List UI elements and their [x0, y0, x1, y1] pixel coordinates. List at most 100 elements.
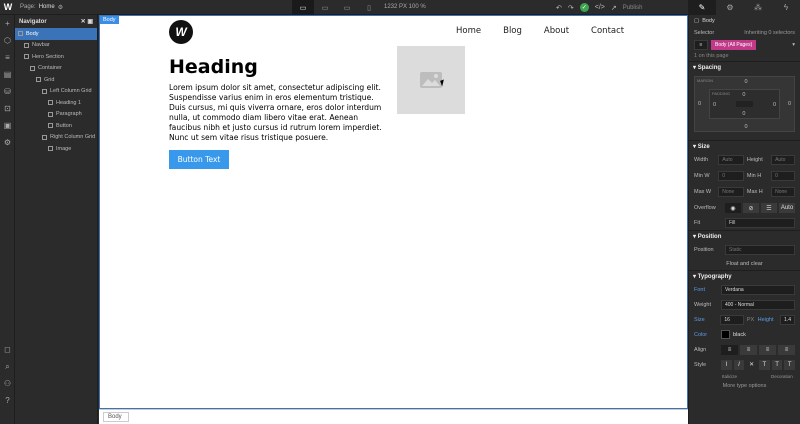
align-justify-icon[interactable]: ≡	[778, 344, 795, 355]
publish-button[interactable]: Publish	[623, 5, 643, 11]
interactions-drops-icon[interactable]: ⁂	[744, 0, 772, 15]
spacing-box[interactable]: MARGIN 0 0 0 0 PADDING 0 0 0 0	[694, 76, 795, 132]
undo-icon[interactable]: ↶	[556, 4, 562, 12]
align-right-icon[interactable]: ≡	[759, 344, 776, 355]
overflow-scroll-icon[interactable]: ☰	[761, 203, 777, 213]
min-width-field[interactable]: 0	[718, 171, 744, 181]
chevron-down-icon[interactable]: ▾	[792, 42, 795, 48]
padding-box[interactable]: PADDING 0 0 0 0	[709, 89, 780, 119]
hero-image-placeholder[interactable]	[397, 46, 465, 114]
max-width-field[interactable]: None	[718, 187, 744, 197]
navigator-item[interactable]: Body	[15, 28, 97, 40]
selector-menu-icon[interactable]: ≡	[694, 39, 708, 50]
breadcrumb-item-body[interactable]: Body	[103, 412, 129, 422]
more-type-options-toggle[interactable]: More type options	[689, 381, 800, 391]
position-select[interactable]: Static	[725, 244, 795, 255]
max-height-field[interactable]: None	[771, 187, 795, 197]
status-ok-icon[interactable]: ✓	[579, 3, 589, 12]
tablet-device-icon[interactable]: ▭	[314, 0, 336, 15]
mobile-landscape-device-icon[interactable]: ▭	[336, 0, 358, 15]
design-canvas[interactable]: Body W Home Blog About Contact Heading L…	[99, 15, 688, 409]
overline-icon[interactable]: T	[784, 359, 796, 370]
italic-on-icon[interactable]: I	[733, 359, 745, 370]
selector-field[interactable]: ≡ Body (All Pages) ▾	[689, 38, 800, 51]
margin-left[interactable]: 0	[698, 101, 701, 107]
min-height-field[interactable]: 0	[771, 171, 795, 181]
selector-chip[interactable]: Body (All Pages)	[711, 39, 757, 50]
pages-icon[interactable]: ▤	[0, 66, 15, 83]
color-value[interactable]: black	[733, 332, 746, 338]
strikethrough-icon[interactable]: T	[759, 359, 770, 370]
navigator-item[interactable]: Paragraph	[15, 109, 97, 121]
color-swatch[interactable]	[721, 330, 730, 339]
settings-gear-icon[interactable]: ⚙	[716, 0, 744, 15]
margin-top[interactable]: 0	[745, 79, 748, 85]
symbols-icon[interactable]: ⬡	[0, 32, 15, 49]
navigator-item[interactable]: Container	[15, 63, 97, 75]
interactions-bolt-icon[interactable]: ϟ	[772, 0, 800, 15]
typography-section-header[interactable]: ▾ Typography	[689, 270, 800, 282]
navigator-item[interactable]: Hero Section	[15, 51, 97, 63]
navigator-item[interactable]: Right Column Grid	[15, 132, 97, 144]
style-brush-icon[interactable]: ✎	[688, 0, 716, 15]
hero-button[interactable]: Button Text	[169, 150, 229, 169]
navigator-item[interactable]: Heading 1	[15, 97, 97, 109]
webflow-logo-icon[interactable]: W	[0, 0, 16, 15]
navigator-item[interactable]: Image	[15, 143, 97, 155]
font-size-field[interactable]: 16	[720, 314, 744, 325]
code-icon[interactable]: </>	[595, 4, 605, 11]
padding-top[interactable]: 0	[742, 92, 745, 98]
padding-bottom[interactable]: 0	[742, 111, 745, 117]
align-left-icon[interactable]: ≡	[721, 344, 738, 355]
search-icon[interactable]: ⌕	[0, 358, 15, 375]
navigator-item[interactable]: Left Column Grid	[15, 86, 97, 98]
padding-right[interactable]: 0	[773, 102, 776, 108]
align-center-icon[interactable]: ≡	[740, 344, 757, 355]
fit-select[interactable]: Fill	[725, 218, 795, 228]
page-selector[interactable]: Page: Home ⚙	[20, 4, 63, 11]
nav-link-contact[interactable]: Contact	[591, 26, 624, 36]
help-icon[interactable]: ?	[0, 392, 15, 409]
margin-bottom[interactable]: 0	[745, 124, 748, 130]
overflow-auto-button[interactable]: Auto	[779, 203, 795, 213]
navigator-close-icon[interactable]: ✕ ▣	[81, 18, 93, 25]
ecommerce-cart-icon[interactable]: ⊡	[0, 100, 15, 117]
position-section-header[interactable]: ▾ Position	[689, 230, 800, 242]
site-settings-icon[interactable]: ⚙	[0, 134, 15, 151]
font-select[interactable]: Verdana	[721, 284, 795, 295]
height-field[interactable]: Auto	[771, 155, 795, 165]
line-height-field[interactable]: 1.4	[780, 314, 795, 325]
settings-gear-icon[interactable]: ⚙	[58, 4, 63, 11]
users-icon[interactable]: ⚇	[0, 375, 15, 392]
navigator-item[interactable]: Button	[15, 120, 97, 132]
nav-link-about[interactable]: About	[544, 26, 569, 36]
underline-icon[interactable]: T	[771, 359, 783, 370]
margin-right[interactable]: 0	[788, 101, 791, 107]
overflow-visible-eye-icon[interactable]: ◉	[725, 203, 741, 213]
overflow-hidden-icon[interactable]: ⊘	[743, 203, 759, 213]
weight-select[interactable]: 400 - Normal	[721, 299, 795, 310]
body-selection-tag[interactable]: Body	[100, 16, 119, 24]
redo-icon[interactable]: ↷	[568, 4, 574, 12]
nav-link-blog[interactable]: Blog	[503, 26, 522, 36]
size-section-header[interactable]: ▾ Size	[689, 140, 800, 152]
add-element-icon[interactable]: +	[0, 15, 15, 32]
decoration-none-icon[interactable]: ✕	[746, 360, 757, 370]
cms-icon[interactable]: ⛁	[0, 83, 15, 100]
navigator-item[interactable]: Grid	[15, 74, 97, 86]
desktop-device-icon[interactable]: ▭	[292, 0, 314, 15]
site-logo[interactable]: W	[169, 20, 193, 44]
float-clear-toggle[interactable]: Float and clear	[689, 257, 800, 270]
assets-icon[interactable]: ▣	[0, 117, 15, 134]
preview-icon[interactable]: ◻	[0, 341, 15, 358]
hero-paragraph[interactable]: Lorem ipsum dolor sit amet, consectetur …	[169, 83, 389, 144]
padding-left[interactable]: 0	[713, 102, 716, 108]
hero-heading[interactable]: Heading	[169, 56, 258, 78]
navigator-icon[interactable]: ≡	[0, 49, 15, 66]
mobile-portrait-device-icon[interactable]: ▯	[358, 0, 380, 15]
inheriting-text[interactable]: Inheriting 0 selectors	[744, 30, 795, 36]
navigator-item[interactable]: Navbar	[15, 40, 97, 52]
width-field[interactable]: Auto	[718, 155, 744, 165]
nav-link-home[interactable]: Home	[456, 26, 481, 36]
italic-off-icon[interactable]: I	[721, 359, 732, 370]
